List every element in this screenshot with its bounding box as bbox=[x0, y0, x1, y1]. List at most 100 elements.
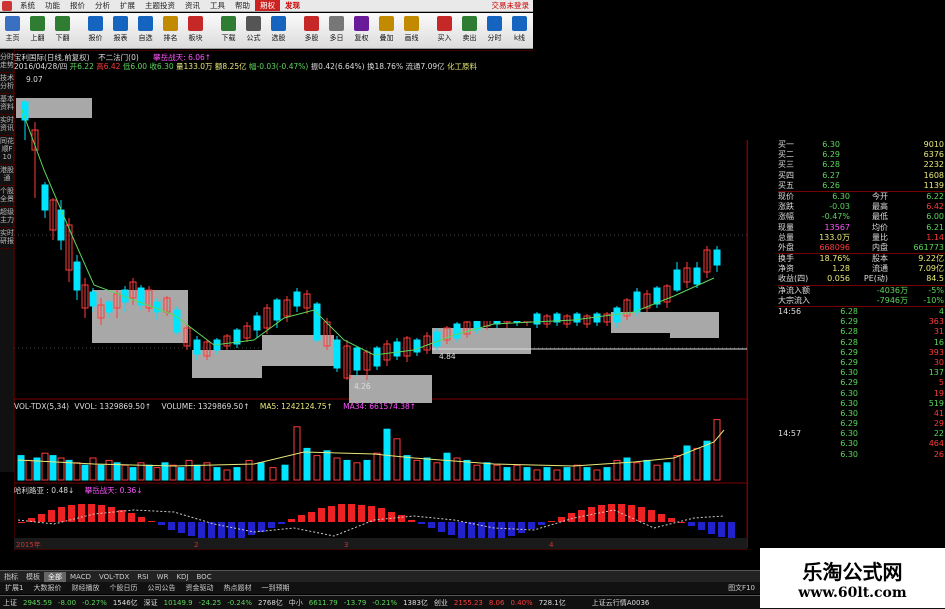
toolbar-button[interactable]: 复权 bbox=[349, 13, 374, 48]
tick-time bbox=[778, 358, 818, 368]
extension-tab[interactable]: 公司公告 bbox=[142, 583, 180, 593]
menu-item[interactable]: 帮助 bbox=[230, 0, 255, 11]
toolbar-button[interactable]: 多日 bbox=[324, 13, 349, 48]
toolbar-button[interactable]: 公式 bbox=[241, 13, 266, 48]
toolbar-button[interactable]: k线 bbox=[507, 13, 532, 48]
left-tab[interactable]: 实时研报 bbox=[0, 228, 14, 249]
bid-price: 6.27 bbox=[822, 170, 840, 180]
indicator-bar bbox=[168, 522, 175, 530]
toolbar-button[interactable]: 画线 bbox=[399, 13, 424, 48]
flow-row: 净流入额 -4036万 -5% bbox=[778, 286, 945, 296]
menu-item[interactable]: 扩展 bbox=[115, 0, 140, 11]
left-tab[interactable]: 实时资讯 bbox=[0, 115, 14, 136]
sell-icon bbox=[462, 16, 477, 31]
extension-tab[interactable]: 财经播放 bbox=[66, 583, 104, 593]
volume-bar bbox=[373, 452, 381, 481]
bid-row: 买五 6.26 1139 bbox=[778, 181, 945, 191]
toolbar-button[interactable]: 上翻 bbox=[25, 13, 50, 48]
menu-item[interactable]: 分析 bbox=[90, 0, 115, 11]
index-pct: -0.24% bbox=[227, 598, 252, 607]
extension-tab[interactable]: 热点题材 bbox=[218, 583, 256, 593]
quote-amount: 额8.25亿 bbox=[214, 62, 247, 71]
toolbar-button[interactable]: 主页 bbox=[0, 13, 25, 48]
toolbar-button[interactable]: 报表 bbox=[108, 13, 133, 48]
menu-item[interactable]: 发现 bbox=[280, 0, 305, 11]
indicator-tab[interactable]: 模板 bbox=[22, 572, 44, 582]
quote-sector: 化工原料 bbox=[447, 62, 478, 71]
volume-bar bbox=[129, 467, 137, 481]
menu-item[interactable]: 资讯 bbox=[180, 0, 205, 11]
menu-item[interactable]: 期权 bbox=[255, 0, 280, 11]
menu-item[interactable]: 系统 bbox=[15, 0, 40, 11]
menu-item[interactable]: 功能 bbox=[40, 0, 65, 11]
toolbar-button[interactable]: 多股 bbox=[299, 13, 324, 48]
extension-tab[interactable]: 一到预期 bbox=[256, 583, 294, 593]
indicator-bar bbox=[668, 518, 675, 522]
indicator-bar bbox=[648, 510, 655, 522]
indicator-tab[interactable]: 指标 bbox=[0, 572, 22, 582]
left-tab[interactable]: 基本资料 bbox=[0, 94, 14, 115]
extension-tab[interactable]: 扩展1 bbox=[0, 583, 28, 593]
menu-item[interactable]: 工具 bbox=[205, 0, 230, 11]
fund-flow-list: 净流入额 -4036万 -5% 大宗流入 -7946万 -10% bbox=[778, 286, 945, 306]
toolbar-button[interactable]: 卖出 bbox=[457, 13, 482, 48]
toolbar-button[interactable]: 叠加 bbox=[374, 13, 399, 48]
left-tab[interactable]: 港股通 bbox=[0, 165, 14, 186]
volume-bar bbox=[623, 457, 631, 481]
tick-volume: 464 bbox=[928, 439, 944, 449]
candle-body bbox=[673, 269, 681, 291]
extension-tab[interactable]: 大数报价 bbox=[28, 583, 66, 593]
indicator-tab[interactable]: VOL-TDX bbox=[95, 573, 133, 581]
volume-bar bbox=[463, 459, 471, 481]
indicator-tab[interactable]: WR bbox=[153, 573, 173, 581]
extension-tab[interactable]: 个股日历 bbox=[104, 583, 142, 593]
index-amt: 728.1亿 bbox=[538, 598, 566, 607]
stat-label: 净资 bbox=[778, 264, 794, 274]
left-tab[interactable]: 技术分析 bbox=[0, 73, 14, 94]
f10-tab[interactable]: 图文F10 bbox=[723, 583, 760, 593]
toolbar-button[interactable]: 下翻 bbox=[50, 13, 75, 48]
bid-row: 买一 6.30 9010 bbox=[778, 140, 945, 150]
indicator-tab[interactable]: KDJ bbox=[172, 573, 192, 581]
left-tab[interactable]: 超级主力 bbox=[0, 207, 14, 228]
extension-tab[interactable]: 资金驱动 bbox=[180, 583, 218, 593]
stat-value: -0.03 bbox=[829, 202, 850, 212]
quote-volume: 量133.0万 bbox=[176, 62, 213, 71]
toolbar-button[interactable]: 报价 bbox=[83, 13, 108, 48]
watermark-url: www.60lt.com bbox=[798, 584, 907, 601]
toolbar-button-label: k线 bbox=[513, 34, 526, 42]
index-val: 10149.9 bbox=[163, 598, 193, 607]
left-tab[interactable]: 同花顺F10 bbox=[0, 136, 14, 165]
left-tab[interactable]: 分时走势 bbox=[0, 52, 14, 73]
indicator-tab[interactable]: RSI bbox=[133, 573, 152, 581]
toolbar-button[interactable]: 下载 bbox=[216, 13, 241, 48]
index-pct: 0.40% bbox=[510, 598, 533, 607]
bid-price: 6.26 bbox=[822, 180, 840, 190]
volume-bar bbox=[113, 462, 121, 481]
tick-list[interactable]: 14:56 6.28 4 6.29 363 6.28 31 6.28 16 6.29 393 6.29… bbox=[778, 307, 945, 460]
indicator-tab[interactable]: MACD bbox=[66, 573, 95, 581]
indicator-tab[interactable]: BOC bbox=[193, 573, 216, 581]
toolbar-button[interactable]: 买入 bbox=[432, 13, 457, 48]
toolbar-button[interactable]: 自选 bbox=[133, 13, 158, 48]
volume-bar bbox=[483, 462, 491, 481]
tick-row: 6.30 26 bbox=[778, 450, 945, 460]
index-chg: -8.00 bbox=[57, 598, 77, 607]
index-chg: -24.25 bbox=[198, 598, 222, 607]
menu-item[interactable]: 报价 bbox=[65, 0, 90, 11]
stats-row: 外盘 668096 内盘 661773 bbox=[778, 243, 945, 253]
toolbar-button[interactable]: 板块 bbox=[183, 13, 208, 48]
stat-value: 661773 bbox=[913, 242, 944, 252]
tick-price: 6.29 bbox=[840, 378, 858, 388]
menu-item[interactable]: 主题投资 bbox=[140, 0, 180, 11]
indicator-bar bbox=[418, 522, 425, 524]
tick-row: 6.29 5 bbox=[778, 378, 945, 388]
left-tab[interactable]: 个股全景 bbox=[0, 186, 14, 207]
stat-label: 涨幅 bbox=[778, 212, 794, 222]
toolbar-button[interactable]: 选股 bbox=[266, 13, 291, 48]
toolbar-button[interactable]: 排名 bbox=[158, 13, 183, 48]
trade-login-status[interactable]: 交易未登录 bbox=[492, 0, 534, 11]
volume-bar bbox=[41, 452, 49, 481]
indicator-tab[interactable]: 全部 bbox=[44, 571, 66, 582]
toolbar-button[interactable]: 分时 bbox=[482, 13, 507, 48]
